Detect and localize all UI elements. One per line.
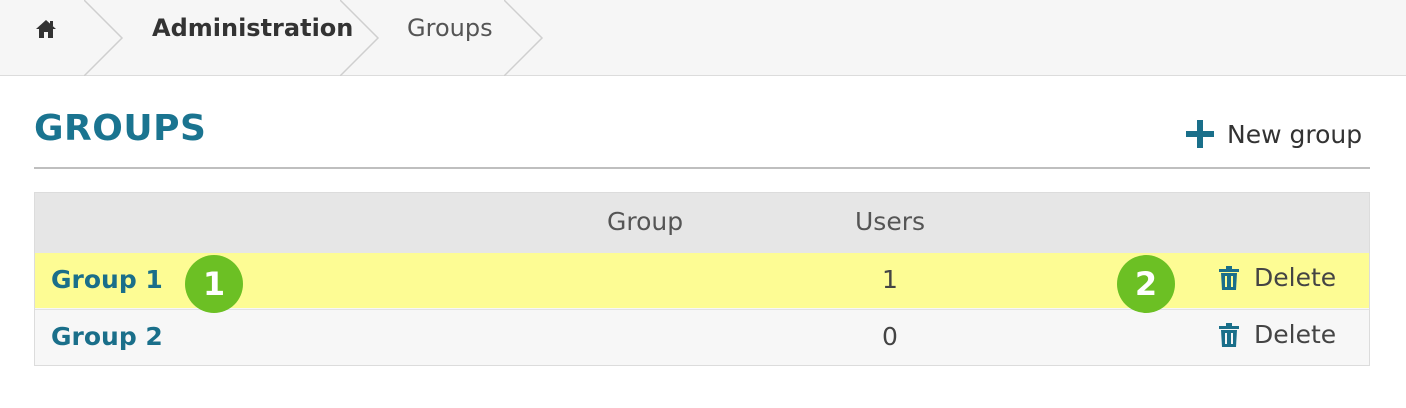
- group-name-link[interactable]: Group 2: [51, 322, 163, 351]
- breadcrumb-item-administration[interactable]: Administration: [152, 14, 353, 42]
- header-divider: [34, 167, 1370, 169]
- delete-label: Delete: [1254, 263, 1337, 292]
- group-name-link[interactable]: Group 1: [51, 265, 163, 294]
- new-group-button[interactable]: New group: [1186, 116, 1362, 152]
- column-header-group[interactable]: Group: [607, 207, 683, 236]
- home-icon[interactable]: [34, 18, 58, 40]
- user-count: 0: [882, 322, 898, 351]
- delete-button[interactable]: Delete: [1219, 320, 1336, 349]
- user-count: 1: [882, 265, 898, 294]
- page-title: GROUPS: [34, 108, 207, 149]
- trash-icon: [1219, 265, 1239, 290]
- delete-label: Delete: [1254, 320, 1337, 349]
- breadcrumb-separator: [340, 0, 380, 76]
- delete-button[interactable]: Delete: [1219, 263, 1336, 292]
- plus-icon: [1186, 120, 1214, 148]
- breadcrumb-separator: [84, 0, 124, 76]
- breadcrumb: Administration Groups: [0, 0, 1406, 76]
- breadcrumb-item-groups: Groups: [407, 14, 493, 42]
- table-row: Group 2 0 Delete: [35, 309, 1369, 364]
- breadcrumb-separator: [504, 0, 544, 76]
- callout-badge-1: 1: [185, 255, 243, 313]
- trash-icon: [1219, 322, 1239, 347]
- new-group-label: New group: [1227, 119, 1363, 149]
- column-header-users[interactable]: Users: [855, 207, 925, 236]
- callout-badge-2: 2: [1117, 255, 1175, 313]
- table-header: Group Users: [35, 193, 1369, 253]
